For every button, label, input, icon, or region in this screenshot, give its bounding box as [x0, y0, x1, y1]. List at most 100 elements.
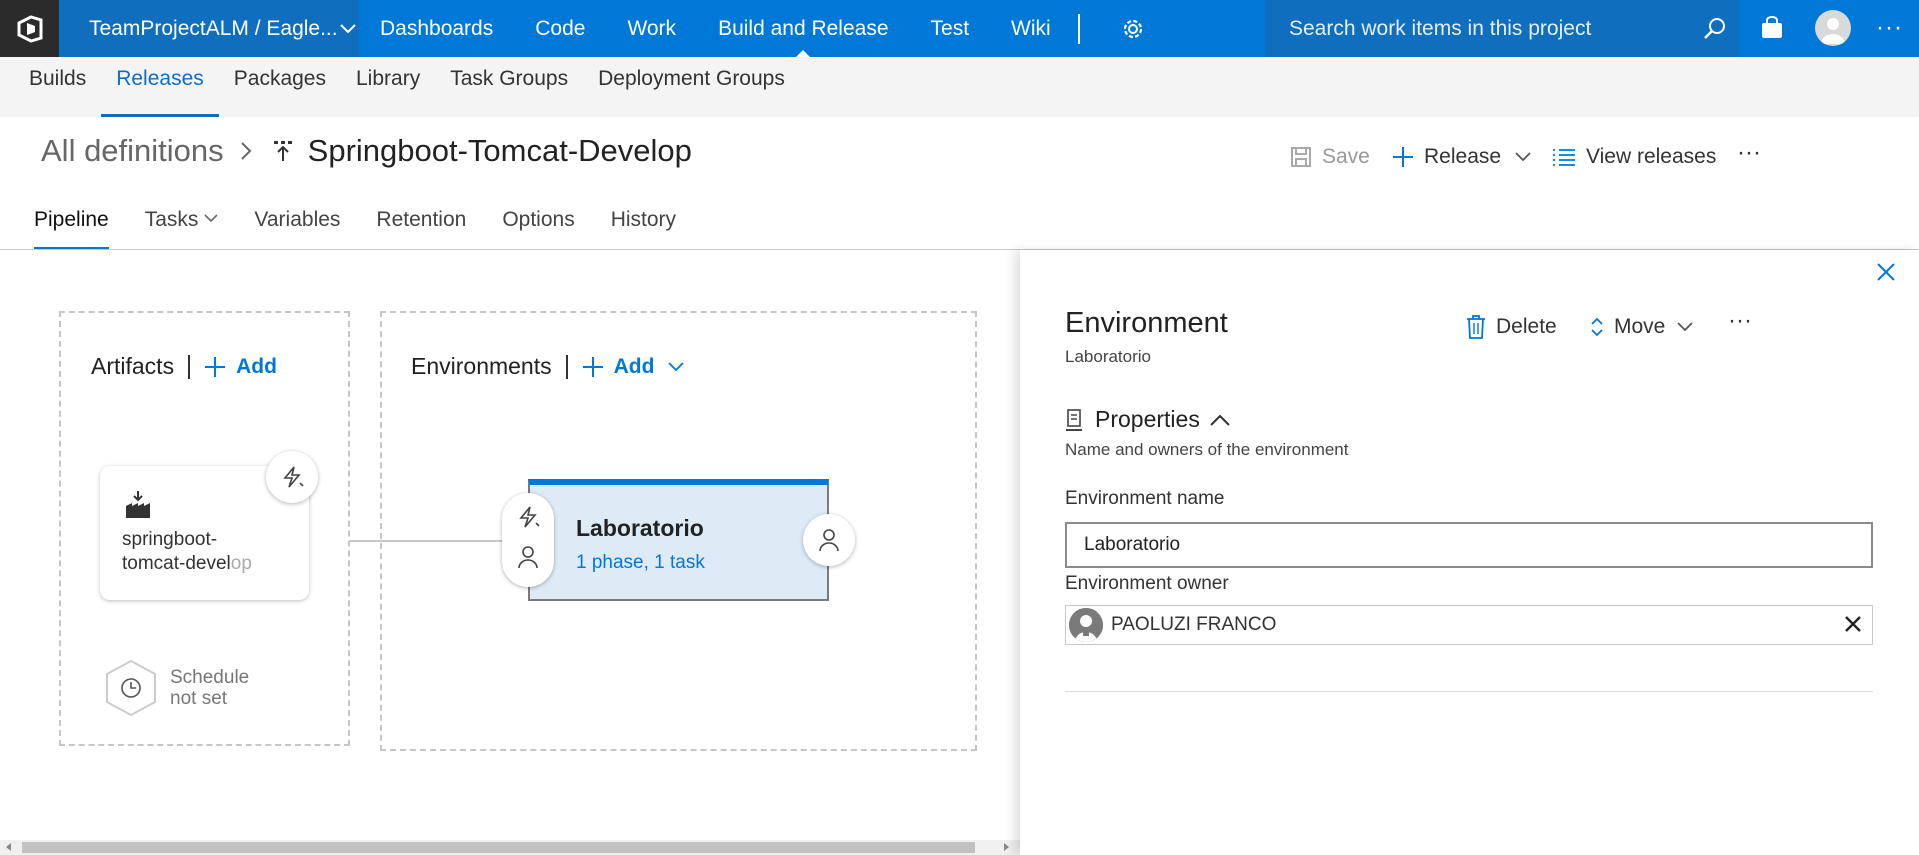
- delete-label: Delete: [1496, 315, 1557, 338]
- tab-label: Tasks: [144, 208, 199, 231]
- save-label: Save: [1322, 145, 1370, 168]
- server-icon: [1066, 408, 1082, 431]
- nav-wiki[interactable]: Wiki: [990, 0, 1072, 57]
- environment-name-field[interactable]: Laboratorio: [1065, 522, 1873, 568]
- continuous-deployment-trigger-button[interactable]: [266, 451, 318, 503]
- schedule-trigger[interactable]: Schedule not set: [104, 659, 249, 717]
- nav-code[interactable]: Code: [514, 0, 606, 57]
- user-avatar[interactable]: [1815, 10, 1851, 46]
- list-icon: [1553, 149, 1575, 166]
- chevron-down-icon: [1677, 322, 1693, 332]
- tab-retention[interactable]: Retention: [362, 200, 480, 250]
- release-button[interactable]: Release: [1392, 140, 1531, 174]
- heading-divider: [565, 354, 568, 379]
- top-navigation-bar: TeamProjectALM / Eagle... Dashboards Cod…: [0, 0, 1919, 57]
- subnav-packages[interactable]: Packages: [219, 57, 341, 117]
- subnav-deployment-groups[interactable]: Deployment Groups: [583, 57, 800, 117]
- tab-label: Pipeline: [34, 208, 109, 231]
- environment-card[interactable]: Laboratorio 1 phase, 1 task: [528, 479, 829, 601]
- environment-name-value: Laboratorio: [1084, 534, 1181, 555]
- breadcrumb-all-definitions[interactable]: All definitions: [41, 133, 224, 169]
- nav-build-and-release[interactable]: Build and Release: [697, 0, 909, 57]
- subnav-library[interactable]: Library: [341, 57, 435, 117]
- plus-icon: [1393, 147, 1413, 167]
- nav-work[interactable]: Work: [606, 0, 697, 57]
- tab-options[interactable]: Options: [488, 200, 588, 250]
- search-placeholder: Search work items in this project: [1289, 16, 1592, 40]
- pipeline-connector: [350, 540, 502, 542]
- add-artifact-button[interactable]: Add: [204, 355, 277, 379]
- tab-tasks[interactable]: Tasks: [131, 200, 233, 250]
- project-selector[interactable]: TeamProjectALM / Eagle...: [59, 0, 359, 57]
- view-releases-button[interactable]: View releases: [1552, 140, 1716, 174]
- search-input[interactable]: Search work items in this project: [1265, 0, 1739, 57]
- properties-section-toggle[interactable]: Properties: [1065, 406, 1230, 433]
- person-icon: [819, 529, 839, 552]
- delete-button[interactable]: Delete: [1466, 312, 1557, 342]
- heading-divider: [188, 354, 191, 379]
- vsts-logo-icon[interactable]: [0, 0, 59, 57]
- search-icon[interactable]: [1703, 16, 1727, 40]
- environment-owner-field[interactable]: PAOLUZI FRANCO: [1065, 605, 1873, 645]
- scroll-left-arrow-icon[interactable]: [6, 843, 11, 851]
- close-icon[interactable]: [1876, 262, 1896, 282]
- lightning-icon: [283, 466, 304, 488]
- environments-header: Environments Add: [411, 353, 685, 380]
- move-button[interactable]: Move: [1590, 312, 1693, 342]
- marketplace-bag-icon[interactable]: [1760, 16, 1784, 40]
- section-description: Name and owners of the environment: [1065, 440, 1349, 459]
- add-label: Add: [236, 354, 277, 378]
- tab-history[interactable]: History: [597, 200, 690, 250]
- panel-more-icon[interactable]: ···: [1728, 306, 1752, 336]
- environment-name: Laboratorio: [576, 515, 704, 541]
- view-releases-label: View releases: [1586, 145, 1717, 168]
- pre-deployment-conditions[interactable]: [502, 493, 554, 587]
- release-definition-icon: [273, 141, 292, 161]
- header-more-icon[interactable]: ···: [1737, 136, 1761, 170]
- chevron-up-icon: [1210, 414, 1230, 426]
- owner-avatar: [1069, 608, 1103, 642]
- more-options-icon[interactable]: ···: [1876, 14, 1903, 42]
- artifacts-heading: Artifacts: [91, 353, 175, 379]
- nav-test[interactable]: Test: [910, 0, 991, 57]
- artifact-name-line2: tomcat-devel: [122, 553, 231, 574]
- panel-title: Environment: [1065, 307, 1228, 339]
- panel-divider: [1065, 691, 1873, 692]
- environment-details-panel: Environment Laboratorio Delete Move ··· …: [1020, 250, 1919, 855]
- nav-dashboards[interactable]: Dashboards: [359, 0, 514, 57]
- environments-heading: Environments: [411, 353, 552, 379]
- owner-name: PAOLUZI FRANCO: [1111, 614, 1277, 635]
- chevron-down-icon: [339, 23, 356, 33]
- move-label: Move: [1614, 315, 1666, 338]
- breadcrumb: All definitions Springboot-Tomcat-Develo…: [41, 133, 692, 169]
- tab-variables[interactable]: Variables: [240, 200, 354, 250]
- plus-icon: [582, 356, 603, 377]
- subnav-releases[interactable]: Releases: [101, 57, 219, 117]
- tab-label: History: [610, 208, 677, 231]
- clock-hexagon-icon: [106, 659, 156, 717]
- chevron-down-icon: [204, 214, 218, 223]
- subnav-builds[interactable]: Builds: [14, 57, 101, 117]
- environment-owner-label: Environment owner: [1065, 573, 1229, 594]
- environment-summary-link[interactable]: 1 phase, 1 task: [576, 552, 705, 574]
- tab-pipeline[interactable]: Pipeline: [20, 200, 123, 250]
- save-button[interactable]: Save: [1290, 140, 1370, 174]
- add-environment-button[interactable]: Add: [582, 355, 685, 379]
- panel-subtitle: Laboratorio: [1065, 347, 1152, 366]
- horizontal-scrollbar[interactable]: [0, 840, 1020, 855]
- scrollbar-thumb[interactable]: [22, 842, 975, 853]
- definition-tabs: Pipeline Tasks Variables Retention Optio…: [20, 200, 698, 250]
- scroll-right-arrow-icon[interactable]: [1004, 843, 1009, 851]
- lightning-icon: [519, 506, 540, 528]
- section-title: Properties: [1095, 406, 1200, 432]
- post-deployment-approvers-button[interactable]: [803, 514, 855, 566]
- gear-icon[interactable]: [1120, 16, 1146, 42]
- hub-group-nav: Dashboards Code Work Build and Release T…: [359, 0, 1072, 57]
- artifacts-header: Artifacts Add: [91, 353, 277, 380]
- chevron-right-icon: [240, 142, 252, 160]
- add-label: Add: [613, 354, 655, 378]
- clear-icon[interactable]: [1844, 615, 1862, 633]
- subnav-task-groups[interactable]: Task Groups: [435, 57, 583, 117]
- chevron-down-icon: [1515, 152, 1531, 162]
- environment-name-label: Environment name: [1065, 488, 1225, 509]
